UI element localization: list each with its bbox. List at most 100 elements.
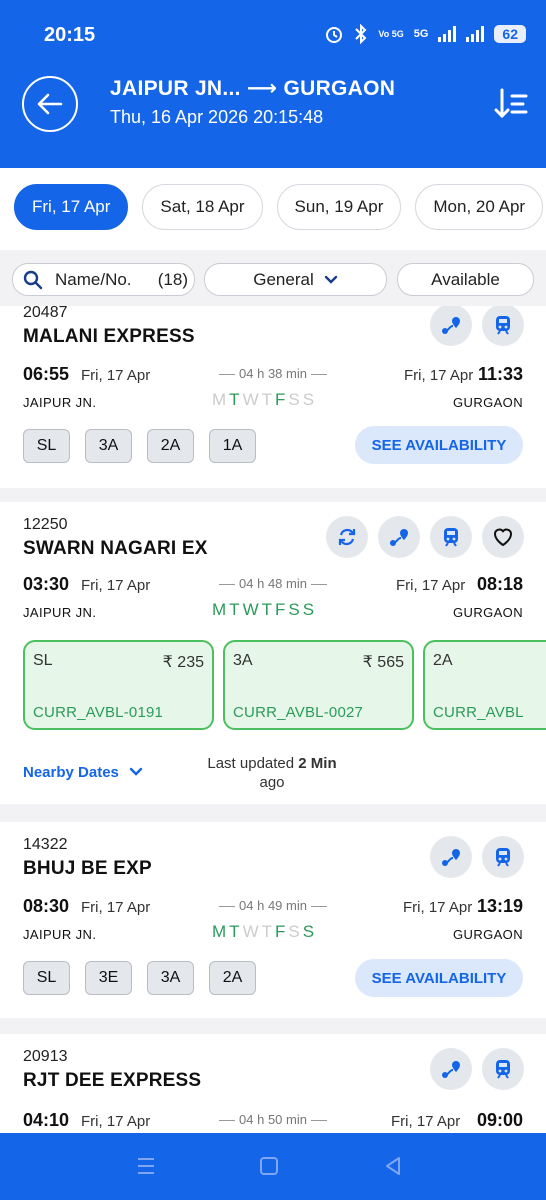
- refresh-button[interactable]: [326, 516, 368, 558]
- see-availability-button[interactable]: SEE AVAILABILITY: [355, 426, 523, 464]
- from-station: JAIPUR JN.: [23, 395, 97, 410]
- fare: ₹ 235: [162, 654, 204, 671]
- signal-icon-2: [466, 26, 485, 42]
- class-chip[interactable]: 3E: [85, 961, 132, 995]
- class-chip[interactable]: 2A: [147, 429, 194, 463]
- arrival-time: 08:18: [476, 574, 523, 594]
- availability-status: CURR_AVBL: [433, 704, 524, 721]
- network-label: 5G: [413, 28, 429, 40]
- train-number: 20487: [23, 306, 68, 321]
- running-days: MTWTFSS: [212, 922, 318, 941]
- class-chip[interactable]: 3A: [147, 961, 194, 995]
- sort-icon: [494, 88, 528, 119]
- chevron-down-icon: [129, 767, 143, 776]
- favorite-button[interactable]: [482, 516, 524, 558]
- departure-time: 08:30: [23, 896, 70, 916]
- date-selector: Fri, 17 Apr Sat, 18 Apr Sun, 19 Apr Mon,…: [14, 184, 544, 230]
- arrival-date: Fri, 17 Apr: [403, 899, 473, 916]
- train-number: 14322: [23, 836, 68, 853]
- train-info-button[interactable]: [430, 516, 472, 558]
- train-info-button[interactable]: [482, 1048, 524, 1090]
- date-tab[interactable]: Sun, 19 Apr: [276, 184, 402, 230]
- to-station: GURGAON: [453, 927, 523, 942]
- availability-card[interactable]: 3A ₹ 565 CURR_AVBL-0027: [223, 640, 414, 730]
- train-info-button[interactable]: [482, 306, 524, 346]
- availability-filter-label: Available: [431, 269, 500, 289]
- departure-time: 03:30: [23, 574, 70, 594]
- class-chip[interactable]: SL: [23, 429, 70, 463]
- back-icon[interactable]: [383, 1155, 403, 1177]
- train-list: 20487 MALANI EXPRESS 06:55 Fri, 17 Apr 0…: [0, 306, 546, 1133]
- arrival-date: Fri, 17 Apr: [391, 1113, 461, 1130]
- back-button[interactable]: [22, 76, 78, 132]
- availability-card[interactable]: 2A CURR_AVBL: [423, 640, 546, 730]
- nearby-dates-button[interactable]: Nearby Dates: [23, 764, 143, 781]
- app-header: 20:15 Vo 5G 5G 62 JAIPUR JN... ⟶ GURGAON…: [0, 0, 546, 168]
- train-card[interactable]: 12250 SWARN NAGARI EX 03:30 Fri, 17 Apr …: [0, 502, 546, 804]
- see-availability-button[interactable]: SEE AVAILABILITY: [355, 959, 523, 997]
- train-name: SWARN NAGARI EX: [23, 538, 208, 559]
- train-card[interactable]: 20487 MALANI EXPRESS 06:55 Fri, 17 Apr 0…: [0, 306, 546, 488]
- availability-card[interactable]: SL ₹ 235 CURR_AVBL-0191: [23, 640, 214, 730]
- heart-icon: [493, 528, 513, 547]
- train-actions: [430, 306, 524, 346]
- arrival-time: 11:33: [477, 364, 523, 384]
- nearby-dates-label: Nearby Dates: [23, 764, 119, 781]
- sort-button[interactable]: [494, 86, 530, 122]
- route-button[interactable]: [430, 306, 472, 346]
- route-icon: [442, 1061, 460, 1078]
- volte-label: Vo 5G: [378, 29, 404, 39]
- train-card[interactable]: 20913 RJT DEE EXPRESS 04:10 Fri, 17 Apr …: [0, 1034, 546, 1133]
- class-chip[interactable]: SL: [23, 961, 70, 995]
- departure-date: Fri, 17 Apr: [81, 1113, 151, 1130]
- route-title: JAIPUR JN... ⟶ GURGAON: [110, 77, 396, 100]
- status-icons: Vo 5G 5G 62: [324, 24, 526, 44]
- train-icon: [444, 528, 458, 547]
- to-station: GURGAON: [453, 605, 523, 620]
- departure-date: Fri, 17 Apr: [81, 899, 151, 916]
- quota-filter[interactable]: General: [204, 263, 387, 296]
- home-icon[interactable]: [259, 1155, 279, 1177]
- status-bar: 20:15 Vo 5G 5G 62: [0, 0, 546, 68]
- refresh-icon: [338, 528, 356, 546]
- route-button[interactable]: [430, 836, 472, 878]
- running-days: MTWTFSS: [212, 600, 318, 619]
- arrival-date: Fri, 17 Apr: [404, 367, 474, 384]
- class-label: 2A: [433, 652, 453, 669]
- departure-time: 04:10: [23, 1110, 70, 1130]
- class-chip[interactable]: 1A: [209, 429, 256, 463]
- date-tab[interactable]: Mon, 20 Apr: [415, 184, 544, 230]
- route-icon: [442, 849, 460, 866]
- arrival-time: 13:19: [476, 896, 523, 916]
- route-icon: [442, 317, 460, 334]
- date-tab-selected[interactable]: Fri, 17 Apr: [14, 184, 129, 230]
- route-datetime: Thu, 16 Apr 2026 20:15:48: [110, 107, 324, 127]
- quota-label: General: [253, 269, 314, 289]
- name-filter-label: Name/No.: [55, 269, 132, 289]
- departure-date: Fri, 17 Apr: [81, 577, 151, 594]
- train-icon: [496, 848, 510, 867]
- system-nav-bar: [0, 1133, 546, 1200]
- arrival-time: 09:00: [476, 1110, 523, 1130]
- name-number-filter[interactable]: Name/No. (18): [12, 263, 195, 296]
- departure-date: Fri, 17 Apr: [81, 367, 151, 384]
- train-name: MALANI EXPRESS: [23, 326, 195, 347]
- train-info-button[interactable]: [482, 836, 524, 878]
- date-tab[interactable]: Sat, 18 Apr: [142, 184, 263, 230]
- class-label: 3A: [233, 652, 253, 669]
- journey-duration: 04 h 48 min: [208, 576, 338, 591]
- train-card[interactable]: 14322 BHUJ BE EXP 08:30 Fri, 17 Apr 04 h…: [0, 822, 546, 1018]
- route-icon: [390, 529, 408, 546]
- recent-apps-icon[interactable]: [136, 1155, 156, 1177]
- alarm-icon: [326, 27, 343, 43]
- class-chip[interactable]: 3A: [85, 429, 132, 463]
- from-station: JAIPUR JN.: [23, 927, 97, 942]
- arrival-date: Fri, 17 Apr: [396, 577, 466, 594]
- class-chip[interactable]: 2A: [209, 961, 256, 995]
- route-button[interactable]: [430, 1048, 472, 1090]
- filter-bar: Name/No. (18) General Available: [0, 250, 546, 306]
- route-button[interactable]: [378, 516, 420, 558]
- availability-filter[interactable]: Available: [397, 263, 534, 296]
- search-icon: [23, 270, 43, 289]
- journey-duration: 04 h 49 min: [208, 898, 338, 913]
